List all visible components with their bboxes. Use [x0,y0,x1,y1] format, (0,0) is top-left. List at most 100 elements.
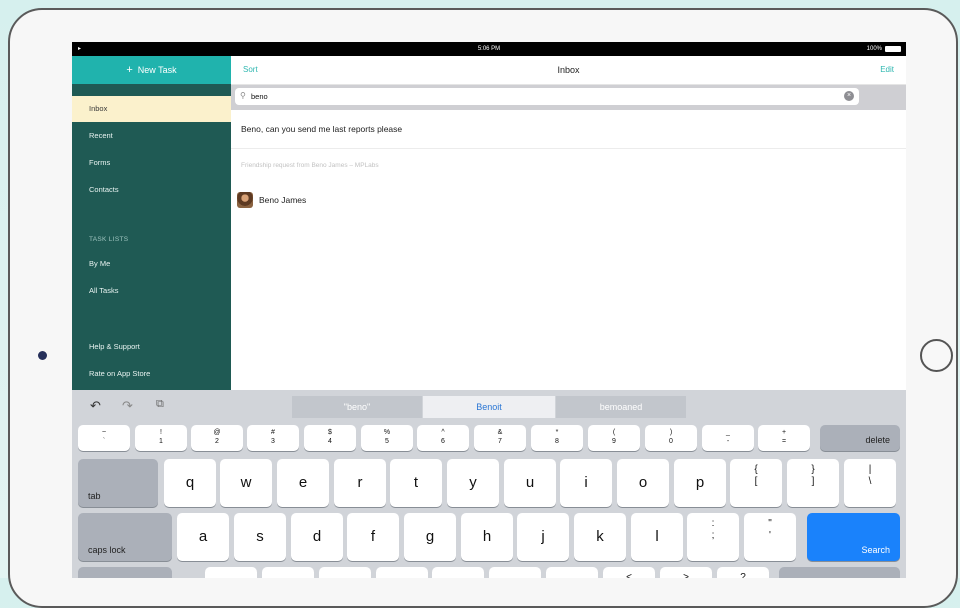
key-num-6[interactable]: ^ 6 [417,425,469,451]
screen: ▸ 5:06 PM 100% + New Task Inbox Recent Fo… [72,42,906,578]
key-a[interactable]: a [177,513,229,561]
key-lower-char: 4 [328,438,332,445]
key-num-12[interactable]: + = [758,425,810,451]
result-task-row[interactable]: Beno, can you send me last reports pleas… [231,111,906,149]
delete-key[interactable]: delete [820,425,900,451]
key-i[interactable]: i [560,459,612,507]
key-g[interactable]: g [404,513,456,561]
search-input[interactable] [251,90,831,103]
key-o[interactable]: o [617,459,669,507]
key-num-7[interactable]: & 7 [474,425,526,451]
key-upper-char: " [768,518,772,529]
sidebar-item-rate-app[interactable]: Rate on App Store [72,361,231,387]
search-key[interactable]: Search [807,513,900,561]
key-upper-char: ! [160,429,162,436]
key-num-4[interactable]: $4 [304,425,356,451]
key-sym-a-0[interactable]: :; [687,513,739,561]
key-upper-char: @ [213,429,221,436]
tab-key[interactable]: tab [78,459,158,507]
sidebar-item-all-tasks[interactable]: All Tasks [72,278,231,304]
key-sym-q-0[interactable]: {[ [730,459,782,507]
key-q[interactable]: q [164,459,216,507]
key-w[interactable]: w [220,459,272,507]
key-u[interactable]: u [504,459,556,507]
key-sym-z-2[interactable]: ? [717,567,769,578]
sidebar: + New Task Inbox Recent Forms Contacts TA… [72,56,231,390]
plus-icon: + [126,64,133,76]
result-task-text: Beno, can you send me last reports pleas… [241,124,403,134]
caps-lock-key[interactable]: caps lock [78,513,172,561]
key-z-row-4[interactable] [432,567,484,578]
key-num-3[interactable]: #3 [247,425,299,451]
search-field[interactable]: ⚲ × [235,88,859,105]
key-sym-z-0[interactable]: < [603,567,655,578]
key-z-row-0[interactable] [205,567,257,578]
shift-key-right[interactable] [779,567,900,578]
key-upper-char: + [781,429,787,436]
key-num-1[interactable]: ! 1 [135,425,187,451]
shift-key-left[interactable] [78,567,172,578]
key-j[interactable]: j [517,513,569,561]
key-upper-char: & [497,429,503,436]
sidebar-item-recent[interactable]: Recent [72,123,231,149]
sidebar-item-inbox[interactable]: Inbox [72,96,231,122]
key-z-row-2[interactable] [319,567,371,578]
suggestion-2[interactable]: Benoit [423,396,555,418]
key-l[interactable]: l [631,513,683,561]
status-bar: ▸ 5:06 PM 100% [72,42,906,56]
sidebar-item-help-support[interactable]: Help & Support [72,334,231,360]
key-sym-a-1[interactable]: " ' [744,513,796,561]
key-y[interactable]: y [447,459,499,507]
key-z-row-6[interactable] [546,567,598,578]
key-r[interactable]: r [334,459,386,507]
key-sym-q-1[interactable]: }] [787,459,839,507]
undo-icon[interactable]: ↶ [90,398,101,414]
sidebar-item-forms[interactable]: Forms [72,150,231,176]
key-num-2[interactable]: @2 [191,425,243,451]
suggestion-3[interactable]: bemoaned [556,396,686,418]
battery-percent: 100% [866,46,882,52]
key-s[interactable]: s [234,513,286,561]
sidebar-item-by-me[interactable]: By Me [72,251,231,277]
key-z-row-1[interactable] [262,567,314,578]
key-z-row-3[interactable] [376,567,428,578]
key-num-8[interactable]: * 8 [531,425,583,451]
sidebar-item-contacts[interactable]: Contacts [72,177,231,203]
key-upper-char: > [683,572,689,578]
edit-button[interactable]: Edit [880,65,894,74]
key-h[interactable]: h [461,513,513,561]
key-e[interactable]: e [277,459,329,507]
key-num-0[interactable]: ~ ` [78,425,130,451]
key-k[interactable]: k [574,513,626,561]
key-f[interactable]: f [347,513,399,561]
key-num-5[interactable]: % 5 [361,425,413,451]
search-bar: ⚲ × [231,85,906,110]
key-num-10[interactable]: ) 0 [645,425,697,451]
key-z-row-5[interactable] [489,567,541,578]
key-upper-char: ? [740,572,746,578]
key-upper-char: ^ [441,429,445,436]
redo-icon[interactable]: ↷ [122,398,133,414]
key-lower-char: ] [811,476,815,487]
status-time: 5:06 PM [477,46,501,52]
suggestion-1[interactable]: "beno" [292,396,422,418]
key-sym-z-1[interactable]: > [660,567,712,578]
key-upper-char: # [271,429,275,436]
key-sym-q-2[interactable]: | \ [844,459,896,507]
key-num-9[interactable]: (9 [588,425,640,451]
key-d[interactable]: d [291,513,343,561]
new-task-label: New Task [137,65,177,75]
key-lower-char: [ [754,476,758,487]
key-num-11[interactable]: _ - [702,425,754,451]
new-task-button[interactable]: + New Task [72,56,231,84]
key-lower-char: 7 [498,438,502,445]
home-button[interactable] [920,339,953,372]
key-upper-char: } [811,464,815,475]
key-lower-char: ` [102,438,106,445]
paste-icon[interactable]: ⧉ [156,398,164,411]
tab-label: tab [88,491,101,501]
key-lower-char: 5 [385,438,389,445]
key-t[interactable]: t [390,459,442,507]
clear-icon[interactable]: × [844,91,854,101]
key-p[interactable]: p [674,459,726,507]
